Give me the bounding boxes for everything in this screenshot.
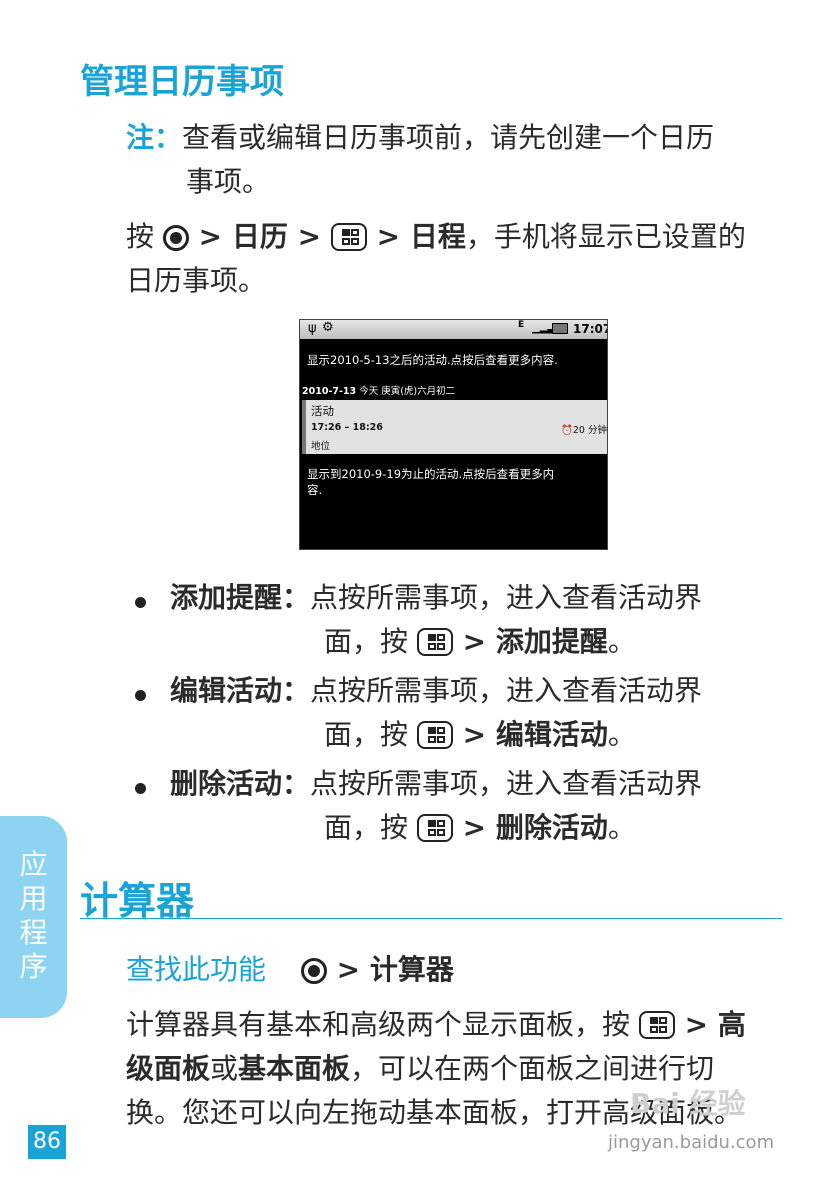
para-text: 或 [210, 1052, 239, 1085]
bullet-dot [135, 597, 146, 608]
chapter-side-tab: 应 用 程 序 [0, 816, 67, 1018]
bullet-edit-event-line-2: 面，按 > 编辑活动。 [324, 713, 636, 757]
menu-key-icon [330, 223, 367, 251]
instruction-line-2: 日历事项。 [126, 264, 267, 297]
menu-key-icon [416, 814, 453, 842]
reminder-text: 20 分钟 [572, 425, 607, 436]
bullet-text: 点按所需事项，进入查看活动界 [310, 581, 703, 614]
bullet-end: 。 [607, 625, 636, 658]
bullet-label: 添加提醒 [170, 581, 283, 614]
page-number: 86 [28, 1125, 66, 1159]
para-text: ，可以在两个面板之间进行切 [350, 1052, 715, 1085]
bullet-text: 点按所需事项，进入查看活动界 [310, 767, 703, 800]
side-tab-char: 序 [19, 950, 48, 983]
note-label: 注： [126, 121, 183, 154]
para-text: 计算器具有基本和高级两个显示面板，按 [126, 1008, 631, 1041]
alarm-icon: ⏰ [561, 425, 573, 436]
bullet-end: 。 [607, 811, 636, 844]
bullet-press: 面，按 [324, 625, 409, 658]
footer-line-1: 显示到2010-9-19为止的活动.点按后查看更多内 [307, 467, 555, 481]
instr-rest: ，手机将显示已设置的 [465, 220, 746, 253]
bullet-action: 删除活动 [495, 811, 608, 844]
side-tab-char: 应 [19, 848, 48, 881]
bullet-dot [135, 690, 146, 701]
para-sep: > [674, 1008, 718, 1041]
calc-para-line-2: 级面板或基本面板，可以在两个面板之间进行切 [126, 1047, 714, 1091]
para-bold: 级面板 [126, 1052, 211, 1085]
status-time: 17:07 [573, 322, 608, 336]
bullet-add-reminder-line-2: 面，按 > 添加提醒。 [324, 620, 636, 664]
section-title-calendar: 管理日历事项 [80, 62, 284, 102]
baidu-watermark-url: jingyan.baidu.com [608, 1132, 775, 1153]
note-text-1: 查看或编辑日历事项前，请先创建一个日历 [182, 121, 715, 154]
find-target: 计算器 [369, 953, 454, 986]
header-link[interactable]: 显示2010-5-13之后的活动.点按后查看更多内容. [307, 352, 558, 368]
bullet-press: 面，按 [324, 718, 409, 751]
menu-key-icon [638, 1011, 675, 1039]
bullet-delete-event-line-1: 删除活动：点按所需事项，进入查看活动界 [170, 762, 702, 806]
settings-icon: ⚙ [322, 320, 334, 335]
bullet-label: 编辑活动 [170, 674, 283, 707]
footer-line-2: 容. [307, 483, 323, 497]
event-title: 活动 [311, 404, 334, 418]
bullet-label: 删除活动 [170, 767, 283, 800]
event-time: 17:26 – 18:26 [311, 422, 383, 433]
footer-link[interactable]: 显示到2010-9-19为止的活动.点按后查看更多内 容. [307, 466, 554, 498]
home-key-icon [162, 225, 189, 251]
bullet-delete-event-line-2: 面，按 > 删除活动。 [324, 806, 636, 850]
date-row: 2010-7-13 今天 庚寅(虎)六月初二 [302, 383, 455, 397]
bullet-colon: ： [282, 674, 311, 707]
event-location: 地位 [311, 441, 331, 452]
section-title-calculator: 计算器 [80, 879, 195, 923]
status-bar: ψ ⚙ E ▁▂▃▅ 17:07 [300, 320, 607, 339]
bullet-edit-event-line-1: 编辑活动：点按所需事项，进入查看活动界 [170, 669, 702, 713]
bullet-sep: > [452, 625, 496, 658]
side-tab-char: 用 [19, 882, 48, 915]
event-item[interactable]: 活动 17:26 – 18:26 ⏰20 分钟 地位 [302, 400, 607, 454]
bullet-sep: > [452, 718, 496, 751]
find-feature-line: 查找此功能 > 计算器 [126, 948, 454, 992]
find-sep: > [326, 953, 370, 986]
calc-para-line-1: 计算器具有基本和高级两个显示面板，按 > 高 [126, 1003, 746, 1047]
find-label: 查找此功能 [126, 953, 267, 986]
section-divider [80, 918, 782, 919]
bullet-add-reminder-line-1: 添加提醒：点按所需事项，进入查看活动界 [170, 576, 702, 620]
network-type: E [518, 320, 525, 330]
instr-calendar: 日历 [231, 220, 288, 253]
lunar-date: 今天 庚寅(虎)六月初二 [356, 386, 456, 397]
instr-sep: > [366, 220, 410, 253]
instr-schedule: 日程 [409, 220, 466, 253]
instr-sep: > [188, 220, 232, 253]
bullet-action: 添加提醒 [495, 625, 608, 658]
home-key-icon [300, 958, 327, 984]
baidu-watermark-logo: Bai 经验 [630, 1087, 746, 1120]
menu-key-icon [416, 721, 453, 749]
bullet-colon: ： [282, 581, 311, 614]
instr-sep: > [287, 220, 331, 253]
para-bold: 基本面板 [238, 1052, 351, 1085]
event-reminder: ⏰20 分钟 [561, 422, 607, 436]
menu-key-icon [416, 628, 453, 656]
bullet-dot [135, 783, 146, 794]
bullet-end: 。 [607, 718, 636, 751]
para-bold: 高 [717, 1008, 746, 1041]
instr-press: 按 [126, 220, 155, 253]
side-tab-char: 程 [19, 916, 48, 949]
note-line-1: 注：查看或编辑日历事项前，请先创建一个日历 [126, 116, 714, 160]
note-text-2: 事项。 [186, 165, 271, 198]
instruction-line-1: 按 > 日历 > > 日程，手机将显示已设置的 [126, 215, 746, 259]
battery-icon [552, 323, 568, 334]
bullet-colon: ： [282, 767, 311, 800]
bullet-action: 编辑活动 [495, 718, 608, 751]
bullet-press: 面，按 [324, 811, 409, 844]
usb-icon: ψ [308, 321, 317, 336]
bullet-sep: > [452, 811, 496, 844]
date-text: 2010-7-13 [302, 386, 357, 397]
phone-screenshot: ψ ⚙ E ▁▂▃▅ 17:07 显示2010-5-13之后的活动.点按后查看更… [299, 319, 608, 550]
bullet-text: 点按所需事项，进入查看活动界 [310, 674, 703, 707]
